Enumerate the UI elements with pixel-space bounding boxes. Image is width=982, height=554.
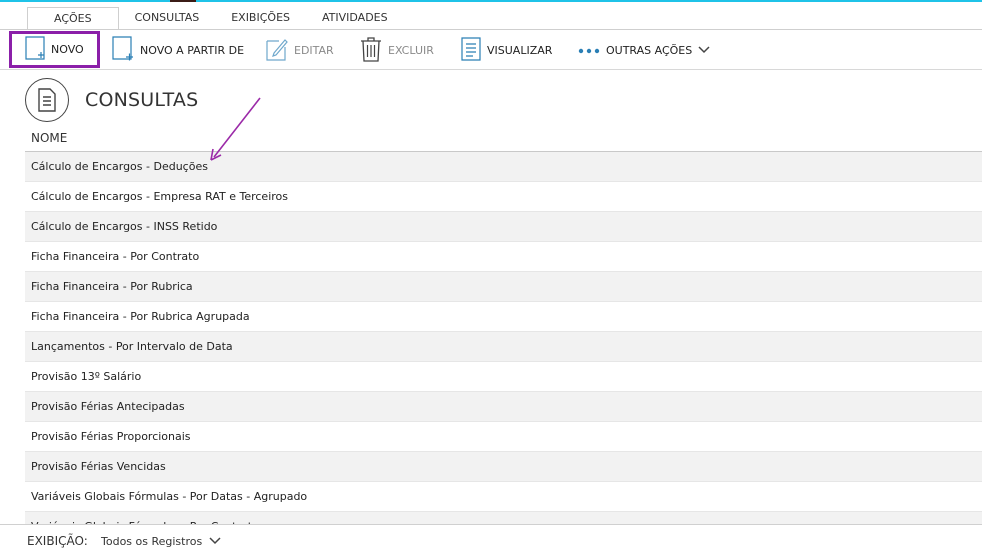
annotation-arrow <box>210 97 261 161</box>
